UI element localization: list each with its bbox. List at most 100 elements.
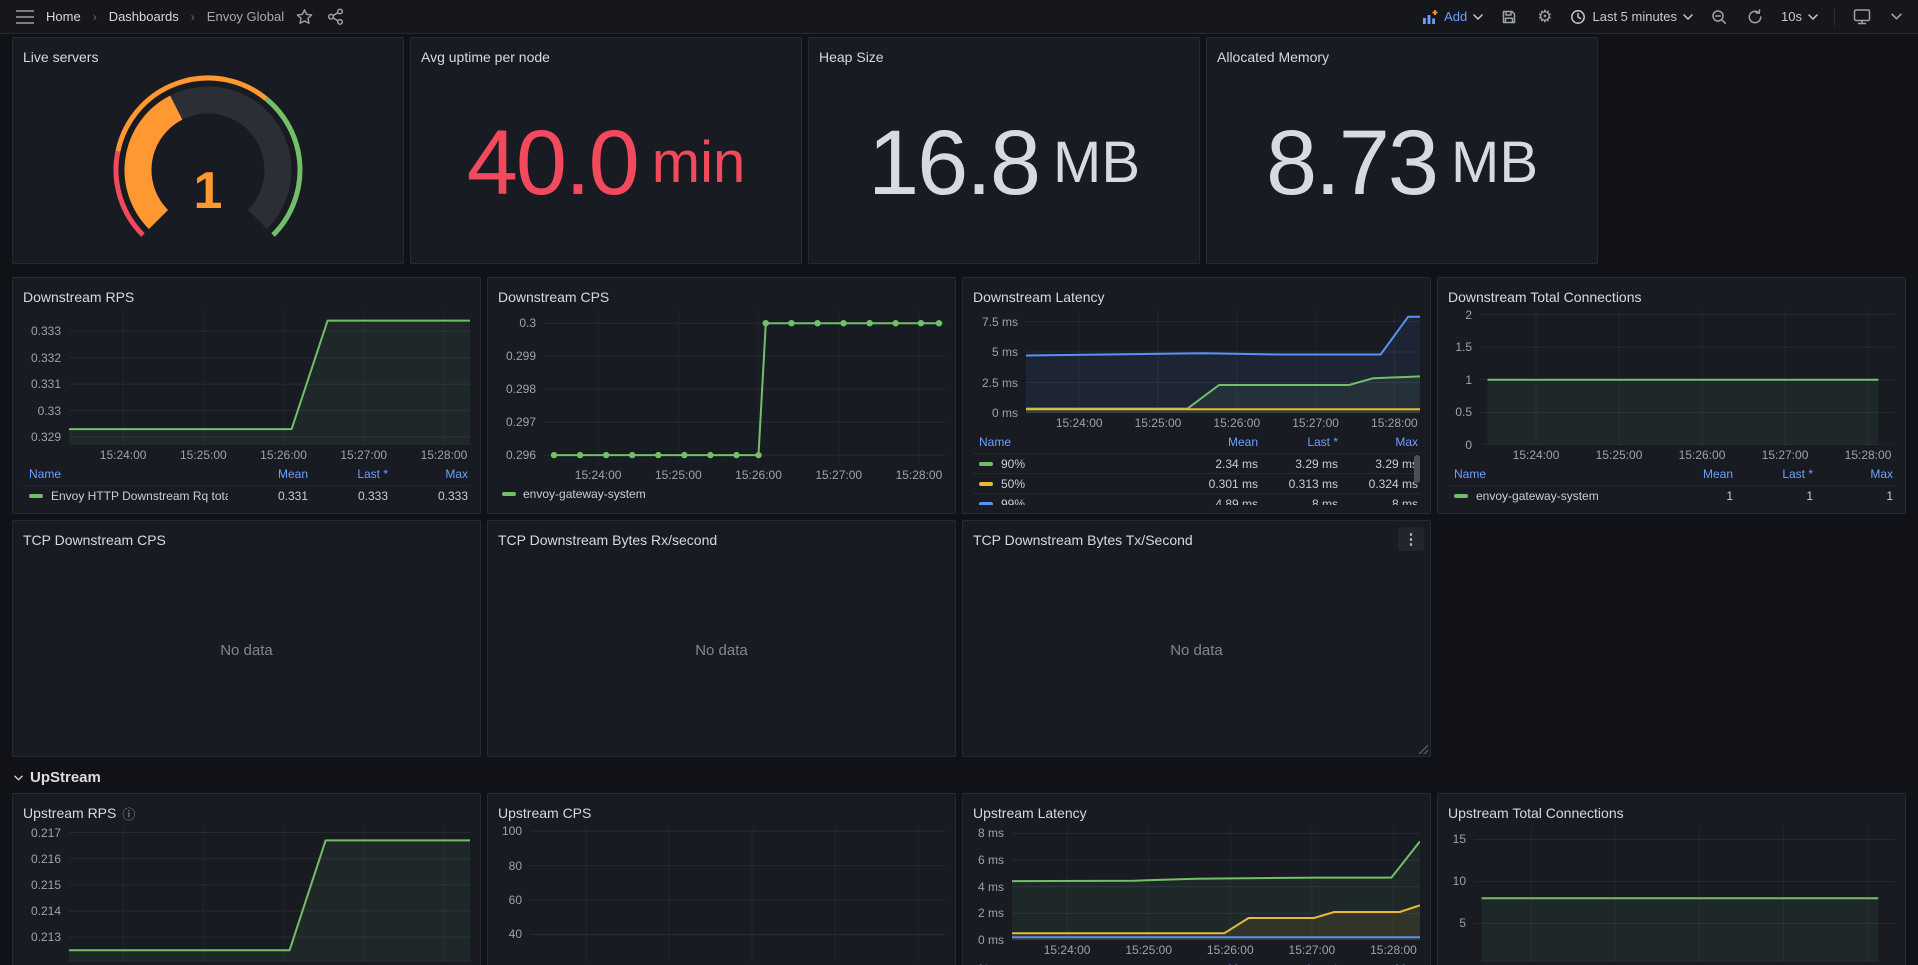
legend-column-name[interactable]: Name <box>1454 467 1653 481</box>
panel-title[interactable]: Heap Size <box>819 49 884 65</box>
y-tick-label: 4 ms <box>978 880 1004 894</box>
add-button[interactable]: Add <box>1422 9 1483 25</box>
hamburger-menu-button[interactable] <box>14 8 36 26</box>
section-upstream[interactable]: UpStream <box>14 769 1918 786</box>
legend-column[interactable]: Max <box>388 467 468 481</box>
y-tick-label: 0.5 <box>1455 405 1472 419</box>
breadcrumb-home[interactable]: Home <box>46 9 81 24</box>
panel-title[interactable]: Avg uptime per node <box>421 49 550 65</box>
breadcrumb-current-dashboard[interactable]: Envoy Global <box>207 9 284 24</box>
upstream-rps-chart[interactable]: 0.2170.2160.2150.2140.21315:24:0015:25:0… <box>23 826 470 965</box>
legend-row[interactable]: 99%4.89 ms8 ms8 ms <box>973 493 1420 505</box>
panel-title[interactable]: TCP Downstream Bytes Rx/second <box>498 532 717 548</box>
legend-column[interactable]: Mean <box>1653 467 1733 481</box>
panel-title[interactable]: Upstream Latency <box>973 805 1087 821</box>
stat-value-group: 16.8 MB <box>819 70 1189 255</box>
dashboard-settings-button[interactable]: ⚙ <box>1535 6 1554 27</box>
y-axis: 8 ms6 ms4 ms2 ms0 ms <box>973 826 1012 940</box>
legend-column[interactable]: Last * <box>1733 467 1813 481</box>
x-tick-label: 15:27:00 <box>1289 943 1336 957</box>
breadcrumb-dashboards[interactable]: Dashboards <box>109 9 179 24</box>
x-tick-label: 15:27:00 <box>1292 416 1339 430</box>
legend-column[interactable]: Max <box>1813 467 1893 481</box>
plot-area[interactable] <box>530 826 945 962</box>
y-tick-label: 0.33 <box>38 404 61 418</box>
panel-title[interactable]: Downstream Latency <box>973 289 1105 305</box>
y-tick-label: 0.329 <box>31 430 61 444</box>
panel-title[interactable]: Live servers <box>23 49 98 65</box>
plot-area[interactable] <box>1474 826 1895 962</box>
y-tick-label: 2 <box>1465 310 1472 322</box>
panel-title[interactable]: Downstream CPS <box>498 289 609 305</box>
time-range-picker[interactable]: Last 5 minutes <box>1570 9 1693 25</box>
info-icon[interactable]: ⓘ <box>122 804 135 823</box>
legend-row[interactable]: 50%0.301 ms0.313 ms0.324 ms <box>973 473 1420 493</box>
breadcrumb-separator: › <box>91 10 99 24</box>
legend-column[interactable]: Last * <box>1258 435 1338 449</box>
x-axis: 15:24:0015:25:0015:26:0015:27:0015:28:00 <box>1448 445 1895 463</box>
section-label: UpStream <box>30 769 101 786</box>
legend-item[interactable]: envoy-gateway-system <box>502 487 646 501</box>
x-tick-label: 15:26:00 <box>1679 448 1726 462</box>
upstream-latency-chart[interactable]: 8 ms6 ms4 ms2 ms0 ms15:24:0015:25:0015:2… <box>973 826 1420 965</box>
upstream-cps-chart[interactable]: 10080604015:24:0015:25:0015:26:0015:27:0… <box>498 826 945 965</box>
plot-area[interactable] <box>1012 826 1420 940</box>
zoom-out-time-button[interactable] <box>1709 7 1729 27</box>
x-tick-label: 15:25:00 <box>1125 943 1172 957</box>
panel-title[interactable]: Upstream CPS <box>498 805 591 821</box>
panel-title[interactable]: Upstream Total Connections <box>1448 805 1624 821</box>
panel-title[interactable]: TCP Downstream Bytes Tx/Second <box>973 532 1193 548</box>
x-tick-label: 15:24:00 <box>100 448 147 462</box>
upstream-row: Upstream RPS ⓘ 0.2170.2160.2150.2140.213… <box>12 793 1918 965</box>
favorite-button[interactable] <box>294 6 315 27</box>
legend-column[interactable]: Last * <box>308 467 388 481</box>
y-tick-label: 0.216 <box>31 852 61 866</box>
downstream-cps-chart[interactable]: 0.30.2990.2980.2970.29615:24:0015:25:001… <box>498 310 945 505</box>
x-tick-label: 15:28:00 <box>421 448 468 462</box>
share-button[interactable] <box>325 6 346 27</box>
x-tick-label: 15:26:00 <box>735 468 782 482</box>
plot-area[interactable] <box>69 826 470 962</box>
plot-area[interactable] <box>69 310 470 445</box>
downstream-latency-chart[interactable]: 7.5 ms5 ms2.5 ms0 ms15:24:0015:25:0015:2… <box>973 310 1420 505</box>
refresh-button[interactable] <box>1745 7 1765 27</box>
plot-area[interactable] <box>1026 310 1420 413</box>
legend-header: NameMeanLast *Max <box>1448 463 1895 485</box>
legend-row[interactable]: Envoy HTTP Downstream Rq total0.3310.333… <box>23 485 470 505</box>
refresh-interval-label: 10s <box>1781 9 1802 24</box>
legend-column[interactable]: Mean <box>228 467 308 481</box>
y-tick-label: 15 <box>1453 832 1466 846</box>
legend-column-name[interactable]: Name <box>29 467 228 481</box>
stat-value: 40.0 <box>467 117 638 209</box>
legend-column-name[interactable]: Name <box>979 435 1178 449</box>
breadcrumb-separator: › <box>189 10 197 24</box>
panel-title[interactable]: TCP Downstream CPS <box>23 532 166 548</box>
series-swatch <box>979 482 993 486</box>
plot-area[interactable] <box>1480 310 1895 445</box>
legend: NameMeanLast *Max Envoy HTTP Downstream R… <box>23 463 470 505</box>
y-tick-label: 0.213 <box>31 930 61 944</box>
panel-title[interactable]: Downstream Total Connections <box>1448 289 1642 305</box>
legend-column[interactable]: Mean <box>1178 435 1258 449</box>
legend-scrollbar[interactable] <box>1414 455 1420 483</box>
nav-collapse-button[interactable] <box>1889 11 1904 22</box>
panel-title[interactable]: Downstream RPS <box>23 289 134 305</box>
legend-column[interactable]: Max <box>1338 435 1418 449</box>
legend-row[interactable]: envoy-gateway-system111 <box>1448 485 1895 505</box>
tv-mode-button[interactable] <box>1851 6 1873 27</box>
y-tick-label: 80 <box>509 859 522 873</box>
legend-row[interactable]: 90%2.34 ms3.29 ms3.29 ms <box>973 453 1420 473</box>
save-dashboard-button[interactable] <box>1499 7 1519 27</box>
downstream-total-connections-chart[interactable]: 21.510.5015:24:0015:25:0015:26:0015:27:0… <box>1448 310 1895 505</box>
panel-title[interactable]: Upstream RPS <box>23 805 116 821</box>
plot-area[interactable] <box>544 310 945 465</box>
x-axis: 15:24:0015:25:0015:26:0015:27:0015:28:00 <box>973 413 1420 431</box>
refresh-interval-picker[interactable]: 10s <box>1781 9 1818 24</box>
panel-menu-button[interactable]: ⋮ <box>1398 527 1424 551</box>
panel-live-servers: Live servers 1 <box>12 37 404 264</box>
y-axis: 0.3330.3320.3310.330.329 <box>23 310 69 445</box>
downstream-rps-chart[interactable]: 0.3330.3320.3310.330.32915:24:0015:25:00… <box>23 310 470 505</box>
panel-heap-size: Heap Size 16.8 MB <box>808 37 1200 264</box>
panel-title[interactable]: Allocated Memory <box>1217 49 1329 65</box>
upstream-total-connections-chart[interactable]: 1510515:24:0015:25:0015:26:0015:27:0015:… <box>1448 826 1895 965</box>
